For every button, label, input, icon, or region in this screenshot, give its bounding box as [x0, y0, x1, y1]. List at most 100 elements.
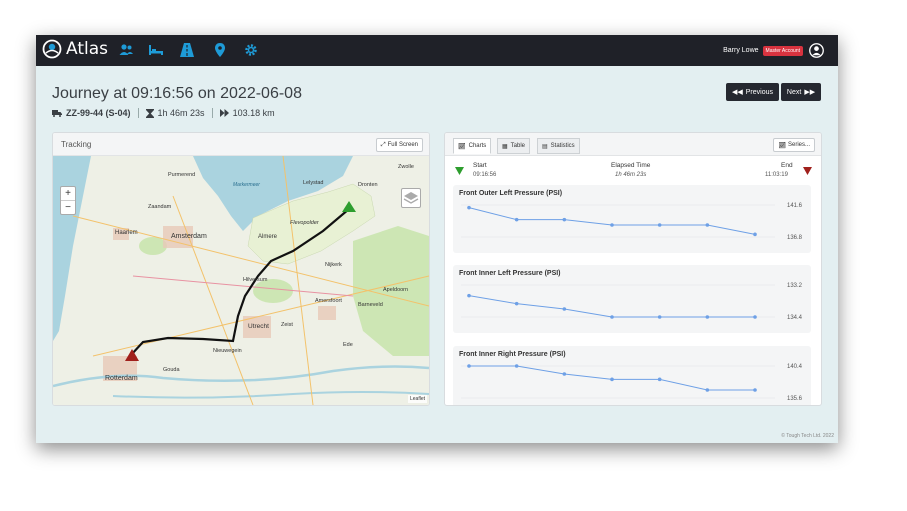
series-line — [468, 295, 755, 318]
line-chart-2[interactable]: 133.2 134.4 — [453, 265, 811, 333]
map-label-haarlem: Haarlem — [115, 230, 138, 236]
y-tick-label: 135.6 — [787, 396, 803, 402]
user-menu[interactable]: Barry Lowe Master Account — [723, 43, 824, 58]
tracking-title: Tracking — [61, 140, 92, 149]
gear-icon[interactable] — [243, 42, 259, 58]
bed-icon[interactable] — [148, 42, 164, 58]
y-tick-label: 141.6 — [787, 203, 803, 209]
next-label: Next — [786, 88, 802, 96]
data-point[interactable] — [610, 377, 614, 382]
start-label: Start — [473, 162, 487, 169]
map-label-markermeer: Markermeer — [233, 182, 260, 188]
data-point[interactable] — [514, 364, 519, 368]
tab-table-label: Table — [510, 143, 526, 149]
chart-card-3: Front Inner Right Pressure (PSI) 140.4 13… — [453, 346, 811, 406]
map-label-purmerend: Purmerend — [168, 172, 195, 178]
map-label-lelystad: Lelystad — [303, 180, 324, 186]
tab-statistics[interactable]: ▤ Statistics — [537, 138, 580, 154]
tab-statistics-label: Statistics — [550, 143, 575, 149]
data-point[interactable] — [467, 364, 471, 368]
data-point[interactable] — [562, 217, 567, 222]
map-label-zwolle: Zwolle — [398, 164, 414, 170]
elapsed-value: 1h 46m 23s — [615, 172, 647, 178]
road-icon[interactable] — [179, 42, 195, 58]
tab-charts[interactable]: 📈︎ Charts — [453, 138, 492, 154]
data-point[interactable] — [467, 293, 471, 298]
start-time: 09:16:56 — [473, 172, 497, 178]
data-point[interactable] — [610, 223, 614, 227]
data-point[interactable] — [657, 223, 662, 227]
fullscreen-button[interactable]: ⤢ Full Screen — [375, 138, 423, 152]
map-label-rotterdam: Rotterdam — [105, 375, 138, 382]
data-point[interactable] — [610, 315, 614, 319]
zoom-in-button[interactable]: + — [61, 187, 75, 201]
app-window: Atlas Barry Lowe Master Account Journey … — [36, 35, 838, 443]
map-attribution[interactable]: Leaflet — [407, 395, 427, 403]
chart-line-icon: 📈︎ — [458, 143, 466, 150]
data-point[interactable] — [753, 232, 757, 237]
y-tick-label: 134.4 — [787, 315, 803, 321]
data-point[interactable] — [705, 315, 710, 319]
data-point[interactable] — [657, 377, 662, 382]
data-point[interactable] — [514, 217, 519, 222]
user-avatar-icon[interactable] — [809, 43, 824, 58]
duration-label: 1h 46m 23s — [157, 108, 205, 118]
map-label-nieuwegein: Nieuwegein — [213, 348, 242, 354]
map-canvas[interactable]: Amsterdam Haarlem Almere Utrecht Rotterd… — [53, 155, 429, 405]
atlas-logo-icon — [42, 39, 62, 59]
series-label: Series... — [787, 142, 810, 148]
zoom-out-button[interactable]: − — [61, 201, 75, 214]
map-label-flevopolder: Flevopolder — [290, 220, 320, 226]
data-point[interactable] — [753, 388, 757, 392]
map-label-zeist: Zeist — [281, 322, 293, 328]
line-chart-1[interactable]: 141.6 136.8 — [453, 185, 811, 253]
start-triangle-icon — [455, 167, 464, 175]
zoom-control: + − — [60, 186, 76, 215]
series-line — [468, 207, 756, 235]
data-point[interactable] — [657, 315, 662, 319]
data-point[interactable] — [514, 301, 519, 306]
page-title: Journey at 09:16:56 on 2022-06-08 — [52, 85, 302, 102]
app-name: Atlas — [66, 39, 108, 59]
expand-icon: ⤢ — [380, 141, 386, 148]
previous-button[interactable]: ◀◀ Previous — [726, 83, 779, 101]
fast-forward-icon — [219, 109, 229, 117]
users-icon[interactable] — [118, 42, 134, 58]
map-label-zaandam: Zaandam — [148, 204, 172, 210]
elapsed-label: Elapsed Time — [611, 162, 651, 169]
data-point[interactable] — [467, 205, 471, 210]
tracking-panel-header: Tracking ⤢ Full Screen — [53, 133, 429, 156]
table-icon: ▦ — [502, 143, 508, 150]
map-view[interactable]: Amsterdam Haarlem Almere Utrecht Rotterd… — [53, 155, 429, 405]
hourglass-icon — [145, 108, 154, 118]
account-badge: Master Account — [762, 45, 803, 56]
chart-card-1: Front Outer Left Pressure (PSI) 141.6 136… — [453, 185, 811, 253]
layers-button[interactable] — [401, 188, 421, 208]
layers-icon — [403, 192, 419, 204]
tab-table[interactable]: ▦ Table — [497, 138, 531, 154]
end-label: End — [781, 162, 793, 169]
previous-label: Previous — [745, 88, 773, 96]
data-point[interactable] — [705, 388, 710, 392]
map-label-apeldoorn: Apeldoorn — [383, 287, 408, 293]
previous-icon: ◀◀ — [731, 89, 743, 96]
map-label-dronten: Dronten — [358, 182, 378, 188]
brand[interactable]: Atlas — [42, 39, 108, 59]
vehicle-label: ZZ-99-44 (S-04) — [66, 108, 131, 118]
data-point[interactable] — [562, 372, 567, 376]
data-point[interactable] — [562, 307, 567, 311]
y-tick-label: 140.4 — [787, 364, 803, 370]
line-chart-3[interactable]: 140.4 135.6 — [453, 346, 811, 406]
y-tick-label: 133.2 — [787, 283, 803, 289]
area-chart-icon: 📈︎ — [778, 142, 786, 149]
next-button[interactable]: Next ▶▶ — [781, 83, 821, 101]
map-marker-icon[interactable] — [212, 42, 228, 58]
map-label-hilversum: Hilversum — [243, 277, 268, 283]
map-label-amsterdam: Amsterdam — [171, 233, 207, 240]
map-label-almere: Almere — [258, 234, 278, 240]
charts-panel: 📈︎ Charts ▦ Table ▤ Statistics 📈︎ Series… — [444, 132, 822, 406]
calculator-icon: ▤ — [542, 143, 548, 150]
data-point[interactable] — [753, 315, 757, 319]
series-button[interactable]: 📈︎ Series... — [773, 138, 815, 152]
data-point[interactable] — [705, 223, 710, 227]
